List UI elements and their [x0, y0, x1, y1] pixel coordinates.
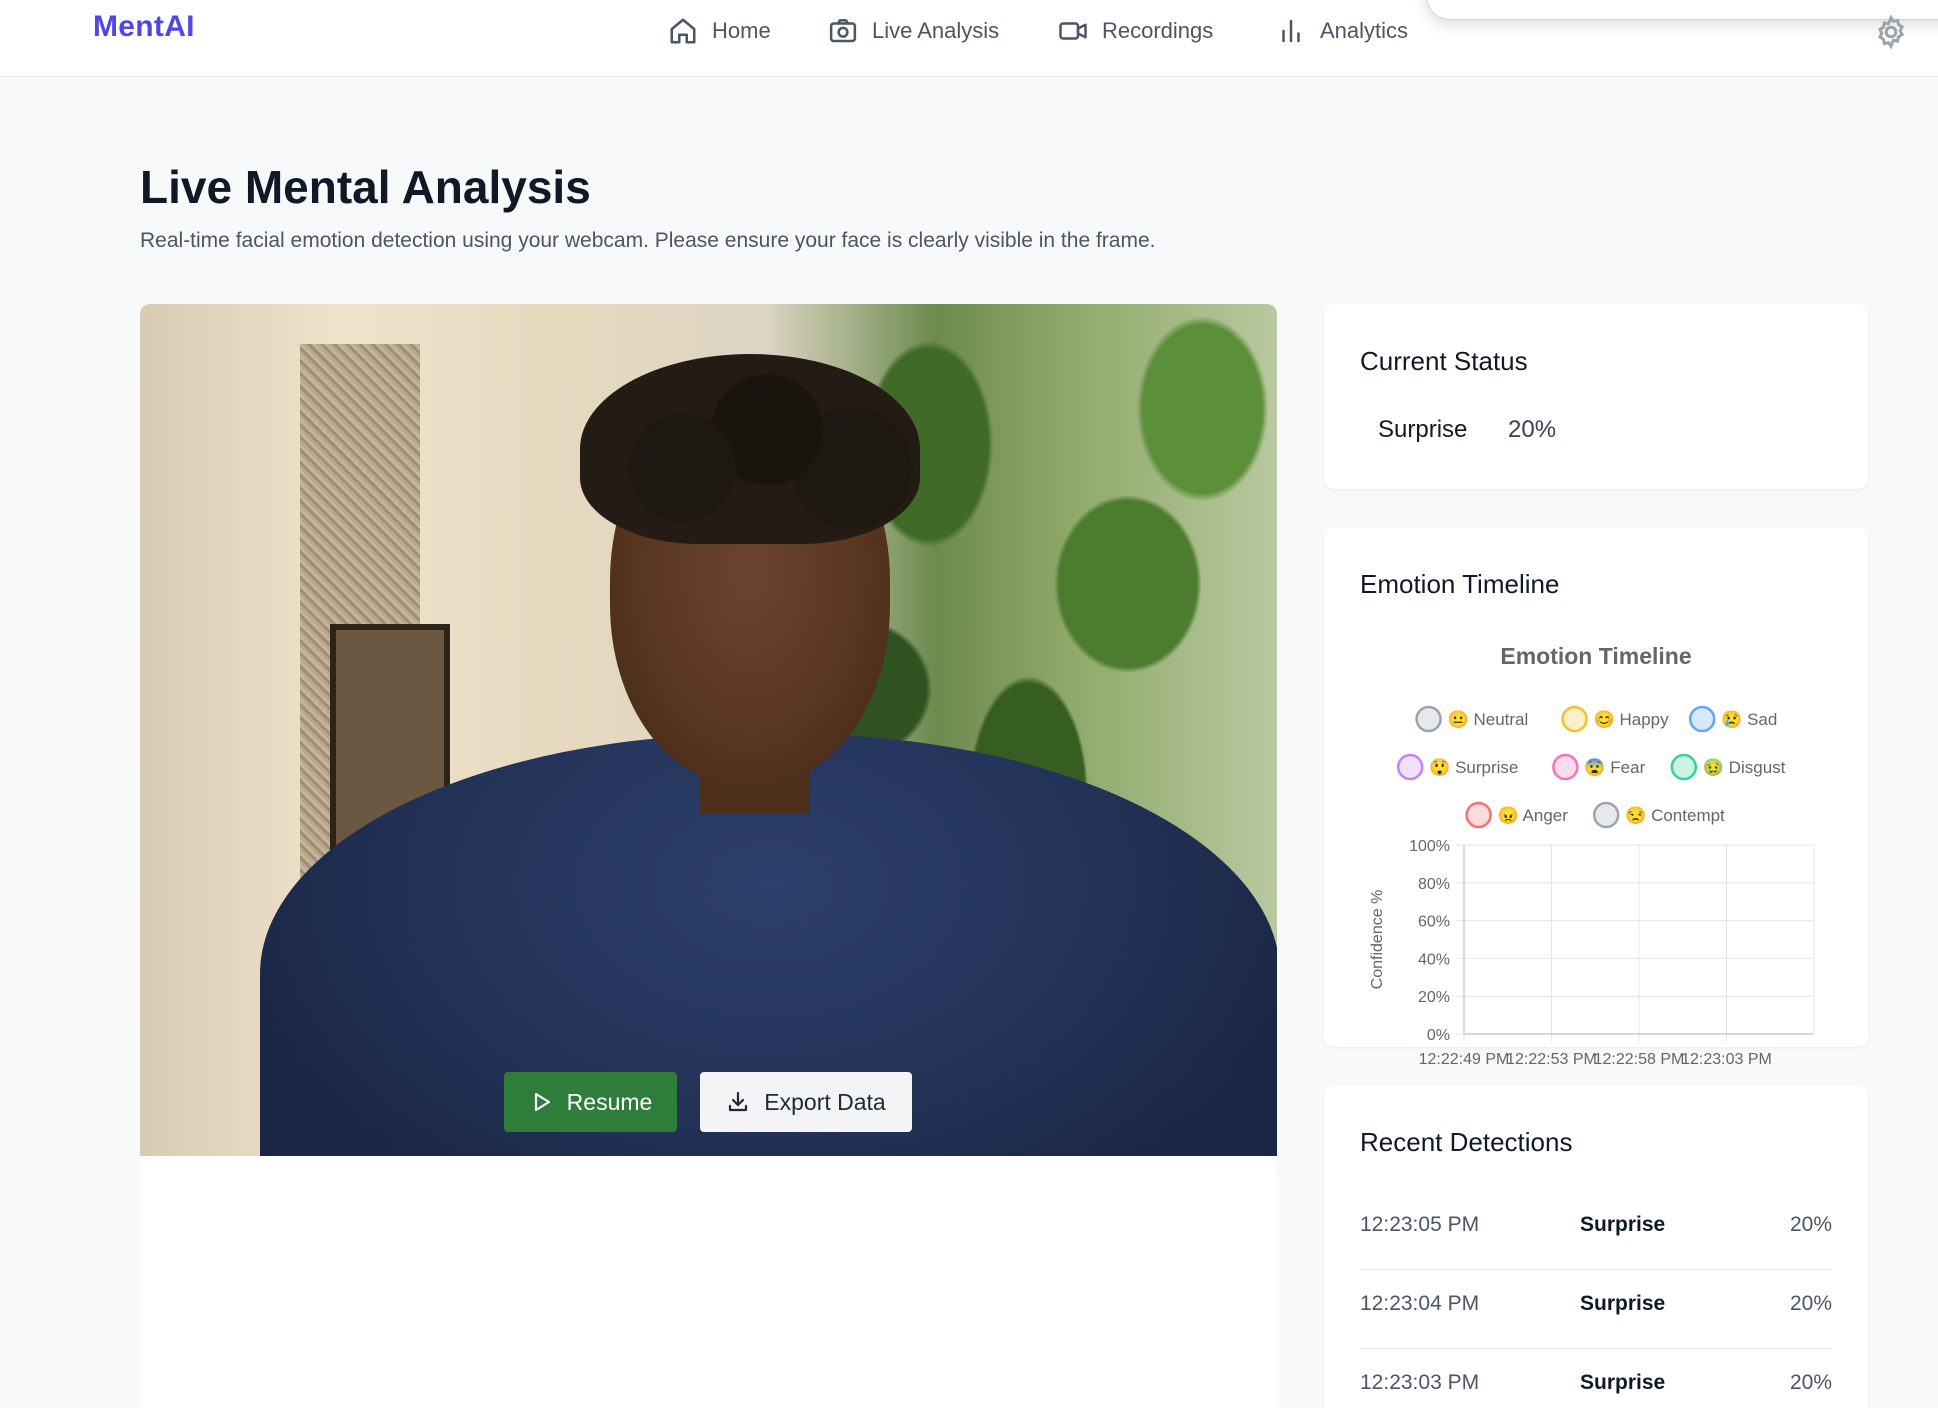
video-controls: Resume Export Data [504, 1072, 912, 1132]
detection-emotion: Surprise [1580, 1213, 1666, 1236]
legend-label: 😢 Sad [1721, 710, 1777, 729]
legend-swatch [1415, 705, 1442, 733]
detection-time: 12:23:05 PM [1360, 1213, 1480, 1236]
legend-label: 🤢 Disgust [1703, 758, 1786, 777]
x-tick-label: 12:23:03 PM [1681, 1051, 1772, 1068]
play-icon [534, 1092, 550, 1112]
page-subtitle: Real-time facial emotion detection using… [140, 229, 1156, 252]
dropdown-popover [1426, 0, 1938, 20]
legend-swatch [1670, 753, 1698, 781]
legend-swatch [1465, 801, 1492, 829]
person-hair [580, 354, 920, 544]
legend-label: 😐 Neutral [1448, 710, 1529, 729]
nav-item-label: Home [712, 18, 771, 43]
legend-label: 😲 Surprise [1429, 758, 1518, 777]
nav-item-home[interactable]: Home [668, 14, 771, 48]
y-tick-label: 20% [1418, 989, 1450, 1006]
legend-swatch [1396, 753, 1424, 781]
export-data-button[interactable]: Export Data [700, 1072, 912, 1132]
brand-logo[interactable]: MentAI [93, 10, 195, 44]
detection-confidence: 20% [1789, 1371, 1832, 1394]
top-navbar: MentAI Home Live Analysis Recordings Ana… [0, 0, 1938, 77]
video-icon [1059, 22, 1087, 40]
y-axis-label: Confidence % [1369, 890, 1386, 990]
detection-confidence: 20% [1789, 1213, 1832, 1236]
detection-emotion: Surprise [1580, 1371, 1666, 1394]
emotion-timeline-chart: Emotion Timeline 😐 Neutral 😊 Happy 😢 Sad 😲 S… [1369, 643, 1815, 1068]
chart-title: Emotion Timeline [1500, 643, 1691, 669]
y-tick-label: 80% [1418, 876, 1450, 893]
legend-label: 😠 Anger [1498, 806, 1569, 825]
settings-button[interactable] [1873, 14, 1909, 50]
nav-item-label: Recordings [1102, 18, 1214, 43]
nav-item-analytics[interactable]: Analytics [1276, 14, 1408, 48]
bar-chart-icon [1282, 19, 1300, 43]
legend-swatch [1592, 801, 1620, 829]
y-tick-label: 100% [1409, 838, 1450, 855]
status-emotion: Surprise [1378, 416, 1468, 443]
x-tick-label: 12:22:53 PM [1506, 1051, 1597, 1068]
video-panel: Resume Export Data [140, 304, 1277, 1408]
current-status-card: Current Status Surprise 20% [1324, 304, 1868, 489]
webcam-feed: Resume Export Data [140, 304, 1277, 1156]
page-title: Live Mental Analysis [140, 161, 591, 213]
x-tick-label: 12:22:58 PM [1594, 1051, 1685, 1068]
resume-button[interactable]: Resume [504, 1072, 677, 1132]
card-title: Emotion Timeline [1360, 569, 1560, 599]
nav-item-recordings[interactable]: Recordings [1058, 14, 1213, 48]
detection-time: 12:23:04 PM [1360, 1292, 1480, 1315]
detection-row: 12:23:05 PM Surprise 20% [1360, 1191, 1832, 1270]
nav-item-label: Live Analysis [872, 18, 1000, 43]
resume-label: Resume [566, 1088, 653, 1115]
recent-detections-card: Recent Detections 12:23:05 PM Surprise 2… [1324, 1085, 1868, 1408]
camera-icon [829, 19, 857, 43]
y-tick-label: 40% [1418, 951, 1450, 968]
card-title: Current Status [1360, 346, 1528, 376]
gear-icon [1877, 14, 1905, 50]
legend-swatch [1552, 753, 1579, 781]
legend-swatch [1561, 705, 1588, 733]
home-icon [670, 18, 696, 44]
legend-swatch [1688, 705, 1716, 733]
detection-row: 12:23:03 PM Surprise 20% [1360, 1349, 1832, 1408]
download-icon [729, 1091, 748, 1112]
legend-label: 😒 Contempt [1625, 806, 1725, 825]
legend-label: 😨 Fear [1584, 758, 1645, 777]
y-tick-label: 0% [1427, 1027, 1450, 1044]
card-title: Recent Detections [1360, 1127, 1573, 1157]
nav-item-label: Analytics [1320, 18, 1409, 43]
status-confidence: 20% [1508, 416, 1557, 443]
detection-confidence: 20% [1789, 1292, 1832, 1315]
detection-emotion: Surprise [1580, 1292, 1666, 1315]
x-tick-label: 12:22:49 PM [1419, 1051, 1510, 1068]
legend-label: 😊 Happy [1594, 710, 1670, 729]
detection-row: 12:23:04 PM Surprise 20% [1360, 1270, 1832, 1349]
nav-item-live-analysis[interactable]: Live Analysis [828, 14, 999, 48]
detection-time: 12:23:03 PM [1360, 1371, 1480, 1394]
y-tick-label: 60% [1418, 914, 1450, 931]
export-label: Export Data [764, 1088, 886, 1115]
